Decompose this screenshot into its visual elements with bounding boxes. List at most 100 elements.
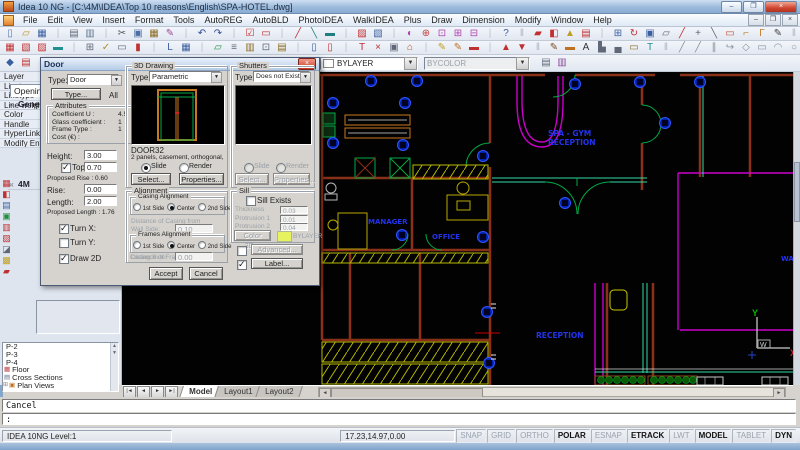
vt-slabs-icon[interactable]: ▤ — [2, 200, 11, 211]
radio-icon[interactable] — [198, 241, 206, 249]
mdi-close-button[interactable]: × — [782, 14, 798, 26]
shear-icon[interactable]: ▱ — [659, 28, 673, 40]
wall-grid-icon[interactable]: ▦ — [3, 42, 17, 54]
draw-parallel-icon[interactable]: ∥ — [707, 42, 721, 54]
grid2-icon[interactable]: ▦ — [179, 42, 193, 54]
toggle-etrack[interactable]: ETRACK — [627, 429, 668, 443]
menu-item[interactable]: Insert — [97, 14, 130, 26]
erase-icon[interactable]: ▨ — [355, 28, 369, 40]
layers-icon[interactable]: ▤ — [19, 57, 33, 69]
copy2-icon[interactable]: ⊡ — [259, 42, 273, 54]
grid-plus-icon[interactable]: ⊞ — [611, 28, 625, 40]
frame-icon[interactable]: ▭ — [259, 28, 273, 40]
help-icon[interactable]: ? — [499, 28, 513, 40]
rotate-icon[interactable]: ↻ — [627, 28, 641, 40]
toggle-model[interactable]: MODEL — [695, 429, 732, 443]
table-icon[interactable]: ⊞ — [83, 42, 97, 54]
check-icon[interactable]: ✓ — [99, 42, 113, 54]
tree-item-label[interactable]: Plan Views — [17, 382, 54, 390]
arrow-down-icon[interactable]: ▼ — [515, 42, 529, 54]
zoom-out-icon[interactable]: ⊟ — [467, 28, 481, 40]
pencil-yellow-icon[interactable]: ✎ — [435, 42, 449, 54]
wall-x-icon[interactable]: ▧ — [19, 42, 33, 54]
top-checkbox[interactable] — [61, 163, 71, 173]
select-button[interactable]: Select... — [131, 173, 171, 185]
toggle-snap[interactable]: SNAP — [456, 429, 486, 443]
draw-line-icon[interactable]: ╱ — [675, 42, 689, 54]
sofa-icon[interactable]: ▄ — [611, 42, 625, 54]
delete-icon[interactable]: × — [371, 42, 385, 54]
menu-item[interactable]: Tools — [168, 14, 199, 26]
line3-icon[interactable]: ╲ — [707, 28, 721, 40]
wall-b-icon[interactable]: ▨ — [35, 42, 49, 54]
warning-icon[interactable]: ▲ — [563, 28, 577, 40]
doc-red-icon[interactable]: ▯ — [323, 42, 337, 54]
toggle-dyn[interactable]: DYN — [771, 429, 796, 443]
red-square-icon[interactable]: ▮ — [131, 42, 145, 54]
menu-item[interactable]: View — [68, 14, 97, 26]
menu-item[interactable]: Modify — [510, 14, 547, 26]
level-icon[interactable]: ▬ — [51, 42, 65, 54]
l-tool-icon[interactable]: L — [163, 42, 177, 54]
draw-ray-icon[interactable]: ╱ — [691, 42, 705, 54]
menu-item[interactable]: Edit — [43, 14, 69, 26]
print-icon[interactable]: ▤ — [67, 28, 81, 40]
image-icon[interactable]: ▧ — [371, 28, 385, 40]
desk-icon[interactable]: ▭ — [627, 42, 641, 54]
scrollbar-thumb[interactable] — [794, 162, 800, 222]
frames-alignment-option[interactable]: 1st Side — [133, 241, 164, 250]
mdi-minimize-button[interactable]: – — [748, 14, 764, 26]
label-checkbox[interactable] — [237, 260, 247, 270]
vt-tree-icon[interactable]: ▰ — [3, 266, 10, 277]
plot-style-icon[interactable]: ▤ — [539, 57, 553, 69]
brush-icon[interactable]: ▰ — [531, 28, 545, 40]
pan-icon[interactable]: ⊕ — [419, 28, 433, 40]
ruler-red-icon[interactable]: ▬ — [467, 42, 481, 54]
radio-icon[interactable] — [133, 241, 141, 249]
corner2-icon[interactable]: Γ — [755, 28, 769, 40]
vt-column-icon[interactable]: ▨ — [2, 233, 11, 244]
line-red-icon[interactable]: ╱ — [291, 28, 305, 40]
toggle-lwt[interactable]: LWT — [669, 429, 693, 443]
tree-item[interactable]: ⊞ ▣ Plan Views — [3, 382, 118, 390]
vt-symbols-icon[interactable]: ▩ — [2, 255, 11, 266]
menu-item[interactable]: Plus — [399, 14, 427, 26]
wall-orange-icon[interactable]: ▬ — [563, 42, 577, 54]
vertical-scrollbar[interactable] — [793, 72, 800, 385]
text-red-icon[interactable]: T — [355, 42, 369, 54]
turn-x-checkbox[interactable] — [59, 224, 69, 234]
slide-radio[interactable] — [141, 163, 151, 173]
chevron-down-icon[interactable]: ▼ — [404, 57, 417, 70]
tree-item[interactable]: P-3 — [3, 351, 118, 359]
label-button[interactable]: Label... — [251, 258, 303, 269]
draw-2d-checkbox[interactable] — [59, 254, 69, 264]
rect-w-icon[interactable]: ▭ — [115, 42, 129, 54]
render-style-icon[interactable]: ▥ — [555, 57, 569, 69]
accept-button[interactable]: Accept — [149, 267, 183, 280]
mdi-restore-button[interactable]: ❐ — [765, 14, 781, 26]
save-icon[interactable]: ▦ — [35, 28, 49, 40]
menu-item[interactable]: PhotoIDEA — [294, 14, 349, 26]
stack-icon[interactable]: ≡ — [227, 42, 241, 54]
stairs2-icon[interactable]: ▤ — [275, 42, 289, 54]
close-button[interactable]: × — [765, 1, 797, 13]
radio-icon[interactable] — [198, 203, 206, 211]
casing-alignment-option[interactable]: 2nd Side — [198, 203, 231, 212]
maximize-button[interactable]: ❐ — [743, 1, 764, 13]
menu-item[interactable]: File — [18, 14, 43, 26]
chevron-down-icon[interactable]: ▼ — [211, 72, 222, 83]
paste-icon[interactable]: ▦ — [147, 28, 161, 40]
menu-item[interactable]: Dimension — [457, 14, 510, 26]
sill-exists-checkbox[interactable] — [246, 196, 256, 206]
toggle-ortho[interactable]: ORTHO — [516, 429, 553, 443]
toggle-esnap[interactable]: ESNAP — [591, 429, 626, 443]
color-bylayer-combo[interactable]: BYLAYER ▼ — [320, 57, 418, 70]
tree-scrollbar[interactable]: ▲▼ — [110, 343, 118, 391]
polyline-icon[interactable]: ╲ — [307, 28, 321, 40]
ucs-icon[interactable]: ◆ — [3, 57, 17, 69]
horizontal-scrollbar[interactable]: ◄ ► — [318, 387, 786, 397]
draw-polygon-icon[interactable]: ◇ — [739, 42, 753, 54]
casing-alignment-option[interactable]: Center — [167, 203, 195, 212]
pencil-orange-icon[interactable]: ✎ — [451, 42, 465, 54]
chair-icon[interactable]: ▙ — [595, 42, 609, 54]
